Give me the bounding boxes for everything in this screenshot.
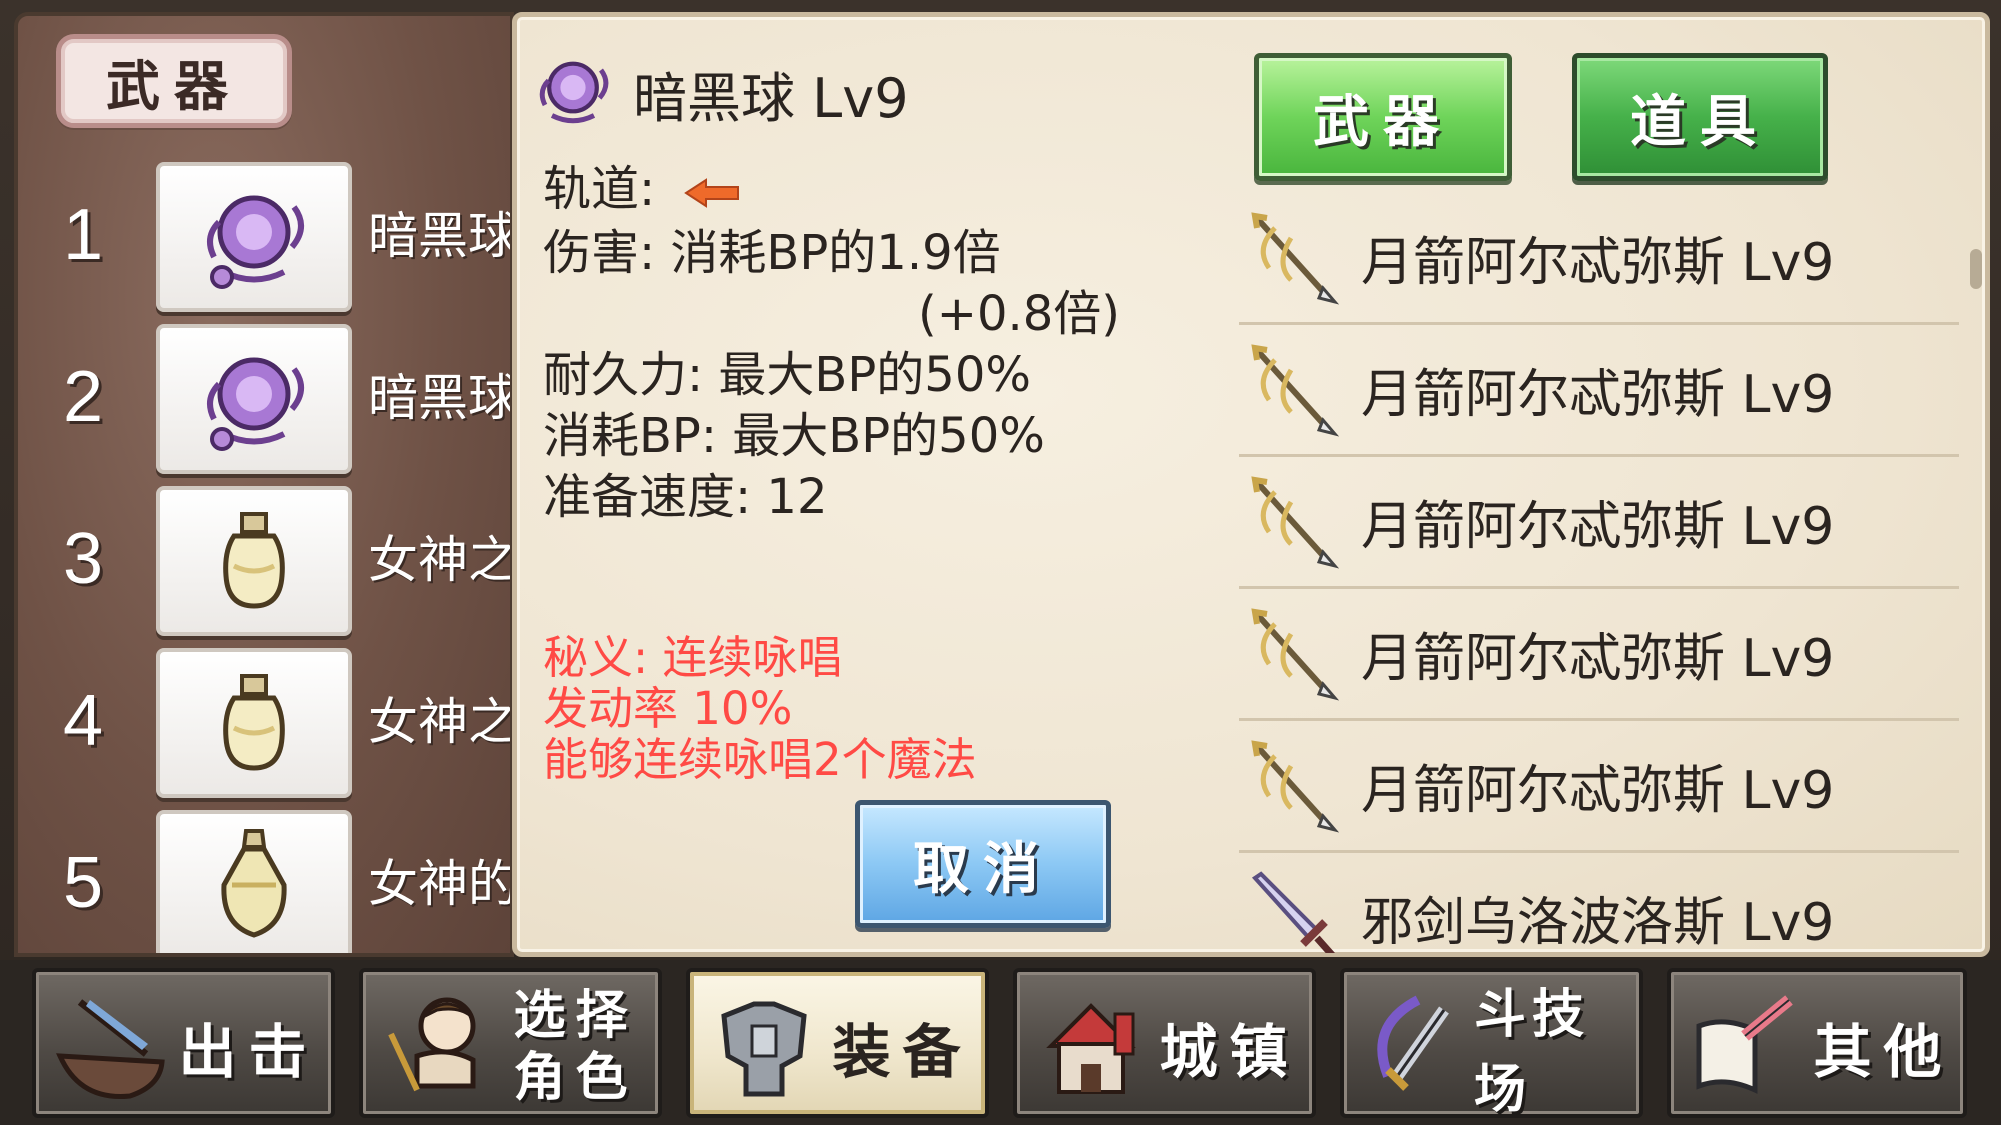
- tab-weapon[interactable]: 武器: [1254, 53, 1512, 181]
- nav-sortie[interactable]: 出击: [32, 968, 335, 1118]
- slot-item-name: 女神的: [368, 855, 514, 913]
- sortie-ship-icon: [50, 986, 170, 1106]
- cancel-button[interactable]: 取消: [855, 800, 1111, 928]
- list-item-label: 邪剑乌洛波洛斯 Lv9: [1361, 893, 1835, 953]
- prep-speed-stat: 准备速度: 12: [543, 468, 828, 525]
- bottom-nav: 出击 选择 角色 装备 城镇 斗技场 其他: [0, 960, 2001, 1125]
- item-name: 暗黑球 Lv9: [633, 66, 909, 130]
- moon-arrow-icon: [1243, 467, 1343, 577]
- list-item[interactable]: 月箭阿尔忒弥斯 Lv9: [1239, 325, 1959, 457]
- dark-orb-icon: [531, 49, 615, 137]
- list-item[interactable]: 月箭阿尔忒弥斯 Lv9: [1239, 589, 1959, 721]
- nav-other[interactable]: 其他: [1667, 968, 1967, 1118]
- arena-sword-icon: [1358, 986, 1478, 1106]
- slot-item-name: 暗黑球: [368, 369, 514, 427]
- weapon-list: 月箭阿尔忒弥斯 Lv9 月箭阿尔忒弥斯 Lv9 月箭阿尔忒弥斯 Lv9 月箭阿尔…: [1239, 193, 1959, 953]
- moon-arrow-icon: [1243, 335, 1343, 445]
- weapon-slot-4[interactable]: 4 女神之: [18, 642, 514, 800]
- nav-equipment[interactable]: 装备: [686, 968, 989, 1118]
- nav-label: 其他: [1813, 1018, 1954, 1086]
- item-detail-panel: 暗黑球 Lv9 轨道: 伤害: 消耗BP的1.9倍 (+0.8倍) 耐久力: 最…: [512, 12, 1990, 957]
- moon-arrow-icon: [1243, 203, 1343, 313]
- list-item[interactable]: 月箭阿尔忒弥斯 Lv9: [1239, 721, 1959, 853]
- list-scrollbar[interactable]: [1970, 249, 1982, 289]
- secret-skill-rate: 发动率 10%: [543, 682, 793, 735]
- track-label: 轨道:: [543, 161, 656, 217]
- list-item[interactable]: 邪剑乌洛波洛斯 Lv9: [1239, 853, 1959, 953]
- weapon-slot-5[interactable]: 5 女神的: [18, 804, 514, 953]
- moon-arrow-icon: [1243, 731, 1343, 841]
- slot-number: 4: [62, 681, 104, 761]
- item-stats: 轨道: 伤害: 消耗BP的1.9倍 (+0.8倍) 耐久力: 最大BP的50% …: [543, 159, 1120, 528]
- tab-item[interactable]: 道具: [1572, 53, 1828, 181]
- slot-number: 3: [62, 519, 104, 599]
- damage-stat: 伤害: 消耗BP的1.9倍: [543, 224, 1001, 281]
- slot-number: 1: [62, 195, 104, 275]
- dark-orb-icon: [156, 162, 352, 312]
- nav-town[interactable]: 城镇: [1013, 968, 1316, 1118]
- secret-skill-name: 秘义: 连续咏唱: [543, 631, 843, 684]
- evil-sword-icon: [1243, 863, 1343, 953]
- left-arrow-icon: [684, 162, 740, 223]
- nav-label: 斗技场: [1474, 985, 1591, 1120]
- slot-number: 5: [62, 843, 104, 923]
- secret-skill: 秘义: 连续咏唱 发动率 10% 能够连续咏唱2个魔法: [543, 632, 977, 785]
- list-item[interactable]: 月箭阿尔忒弥斯 Lv9: [1239, 193, 1959, 325]
- damage-bonus: (+0.8倍): [918, 285, 1121, 342]
- nav-label-line2: 角色: [513, 1048, 638, 1108]
- game-screen: 武器 1 暗黑球 2 暗黑球 3 女神之 4 女神之 5 女神的 暗黑球 Lv9…: [0, 0, 2001, 1125]
- potion-bottle-icon: [156, 648, 352, 798]
- list-item-label: 月箭阿尔忒弥斯 Lv9: [1361, 629, 1835, 689]
- weapon-slot-1[interactable]: 1 暗黑球: [18, 156, 514, 314]
- weapon-slot-3[interactable]: 3 女神之: [18, 480, 514, 638]
- slot-item-name: 女神之: [368, 693, 514, 751]
- slot-number: 2: [62, 357, 104, 437]
- weapon-slot-2[interactable]: 2 暗黑球: [18, 318, 514, 476]
- durability-stat: 耐久力: 最大BP的50%: [543, 346, 1031, 403]
- panel-title: 武器: [56, 34, 292, 128]
- slot-item-name: 暗黑球: [368, 207, 514, 265]
- moon-arrow-icon: [1243, 599, 1343, 709]
- bp-cost-stat: 消耗BP: 最大BP的50%: [543, 407, 1045, 464]
- list-item-label: 月箭阿尔忒弥斯 Lv9: [1361, 365, 1835, 425]
- town-castle-icon: [1031, 986, 1151, 1106]
- character-select-icon: [377, 986, 497, 1106]
- dark-orb-icon: [156, 324, 352, 474]
- elixir-flask-icon: [156, 810, 352, 953]
- list-item-label: 月箭阿尔忒弥斯 Lv9: [1361, 233, 1835, 293]
- nav-label: 出击: [178, 1018, 319, 1086]
- list-item-label: 月箭阿尔忒弥斯 Lv9: [1361, 497, 1835, 557]
- list-item-label: 月箭阿尔忒弥斯 Lv9: [1361, 761, 1835, 821]
- scroll-quill-icon: [1685, 986, 1805, 1106]
- nav-label: 城镇: [1159, 1018, 1300, 1086]
- nav-arena[interactable]: 斗技场: [1340, 968, 1643, 1120]
- nav-label-line1: 选择: [513, 986, 638, 1046]
- list-item[interactable]: 月箭阿尔忒弥斯 Lv9: [1239, 457, 1959, 589]
- potion-bottle-icon: [156, 486, 352, 636]
- item-header: 暗黑球 Lv9: [531, 49, 909, 137]
- nav-label: 选择 角色: [493, 972, 658, 1122]
- nav-label: 装备: [832, 1018, 973, 1086]
- armor-icon: [704, 986, 824, 1106]
- equipped-weapons-panel: 武器 1 暗黑球 2 暗黑球 3 女神之 4 女神之 5 女神的: [14, 12, 514, 957]
- secret-skill-desc: 能够连续咏唱2个魔法: [543, 733, 977, 786]
- track-row: 轨道:: [543, 159, 1120, 223]
- nav-character-select[interactable]: 选择 角色: [359, 968, 662, 1118]
- slot-item-name: 女神之: [368, 531, 514, 589]
